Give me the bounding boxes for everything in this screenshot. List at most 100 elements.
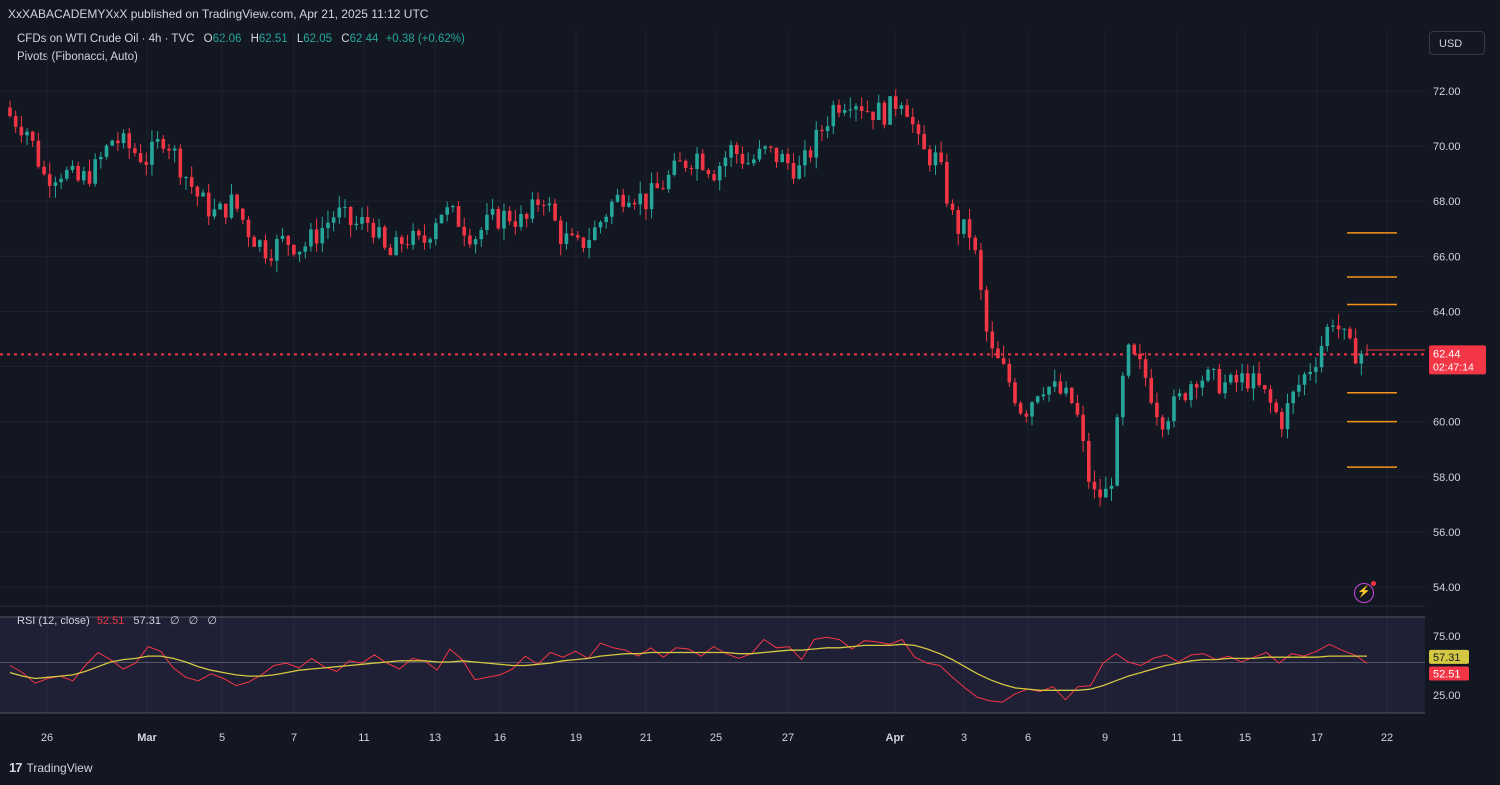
candle-body-83 [479,230,484,240]
candle-body-144 [825,126,830,132]
candle-body-128 [734,145,739,155]
candle-body-118 [678,160,682,162]
candle-body-84 [485,214,489,231]
candle-body-127 [729,145,733,158]
candle-body-82 [473,239,478,245]
candle-body-221 [1262,385,1267,390]
candle-body-214 [1223,382,1227,394]
price-tick-3: 66.00 [1433,251,1461,263]
candle-body-39 [229,194,234,218]
candle-body-236 [1348,328,1352,339]
candle-body-104 [598,222,603,228]
candle-body-122 [700,153,705,170]
price-chart[interactable]: 72.0070.0068.0066.0064.0062.0060.0058.00… [0,0,1500,785]
candle-body-233 [1331,325,1335,327]
rsi-empty-3: ∅ [207,615,217,627]
candle-body-200 [1143,359,1148,378]
candle-body-28 [167,148,171,151]
candle-body-29 [172,148,177,151]
candle-body-173 [990,331,995,349]
candle-body-225 [1285,403,1290,430]
price-badge: 62.44 02:47:14 [1429,345,1486,375]
candle-body-18 [110,140,115,146]
candle-body-204 [1166,421,1171,430]
time-tick-14: 9 [1102,732,1108,744]
candle-body-93 [536,199,540,205]
price-tick-4: 64.00 [1433,306,1461,318]
price-tick-8: 56.00 [1433,527,1461,539]
notification-dot [1371,581,1376,586]
candle-body-1 [13,116,18,127]
candle-body-176 [1007,363,1012,383]
candle-body-187 [1069,387,1074,403]
candle-body-192 [1098,489,1102,498]
candle-body-102 [587,240,591,249]
candle-body-13 [82,171,86,181]
candle-body-126 [723,157,728,167]
candle-body-16 [99,156,103,160]
candle-body-164 [939,152,943,163]
rsi-label: RSI (12, close) [17,615,90,627]
candle-body-184 [1052,381,1057,387]
candle-body-155 [888,96,892,125]
candle-body-37 [218,203,222,210]
candle-body-6 [42,166,46,175]
candle-body-137 [786,153,790,164]
candle-body-234 [1336,325,1341,330]
candle-body-203 [1160,417,1165,430]
candle-body-163 [933,152,938,166]
rsi-badges: 57.31 52.51 [1429,649,1469,681]
candle-body-123 [706,169,711,175]
candle-body-63 [365,217,370,223]
price-tick-1: 70.00 [1433,141,1461,153]
candle-body-74 [428,239,432,243]
candle-body-31 [184,177,188,179]
candle-body-95 [547,203,552,206]
candle-body-24 [144,162,149,165]
candle-body-92 [530,199,535,219]
candle-body-207 [1183,393,1188,401]
time-tick-16: 15 [1239,732,1251,744]
candle-body-224 [1280,411,1284,430]
candle-body-188 [1075,402,1080,415]
rsi-band [0,617,1425,713]
grid-lines [0,30,1425,713]
candle-body-23 [138,153,143,163]
candle-body-168 [962,219,966,234]
time-tick-11: Apr [886,732,906,744]
candle-body-30 [178,148,183,178]
candle-body-10 [64,170,69,179]
time-tick-7: 19 [570,732,582,744]
candle-body-125 [717,166,722,181]
candle-body-115 [661,188,665,190]
rsi-axis: 75.00 25.00 [1433,631,1461,702]
candle-body-43 [252,237,256,247]
candle-body-119 [683,160,688,169]
alert-bolt-icon[interactable]: ⚡ [1354,581,1376,603]
candle-body-182 [1041,394,1046,397]
time-tick-18: 22 [1381,732,1393,744]
candle-body-91 [524,213,529,219]
time-tick-17: 17 [1311,732,1323,744]
candle-body-15 [93,159,97,184]
candle-body-145 [831,104,836,127]
candle-body-143 [820,129,824,132]
candle-body-71 [411,230,415,245]
candle-body-101 [581,237,586,249]
candle-body-186 [1064,387,1068,394]
candle-body-172 [984,289,989,332]
candle-body-11 [70,165,75,171]
rsi-legend[interactable]: RSI (12, close) 52.51 57.31 ∅ ∅ ∅ [17,614,217,627]
candle-body-51 [297,251,302,255]
candle-body-73 [422,235,427,243]
candle-body-34 [201,192,205,197]
candle-body-227 [1297,384,1301,392]
candle-body-53 [309,229,313,247]
candle-body-78 [451,206,455,208]
tradingview-brand[interactable]: 17 TradingView [9,760,93,775]
candle-body-177 [1013,382,1017,404]
candle-body-223 [1274,402,1278,412]
time-tick-15: 11 [1171,732,1182,744]
candle-body-157 [899,105,904,109]
candle-body-169 [967,219,972,238]
